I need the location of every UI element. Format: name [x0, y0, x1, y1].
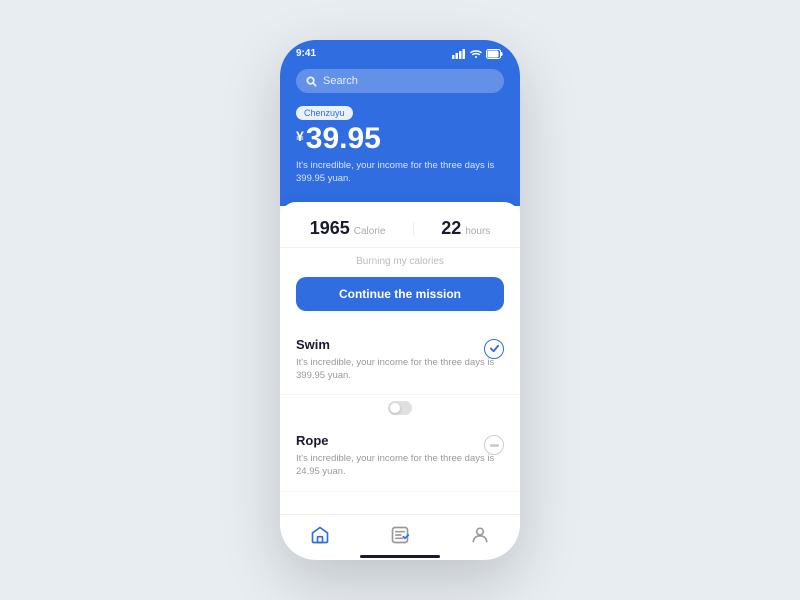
nav-home[interactable]	[302, 523, 338, 547]
calorie-value: 1965	[310, 218, 350, 239]
signal-icon	[452, 49, 466, 59]
status-time: 9:41	[296, 48, 316, 59]
profile-icon	[470, 525, 490, 545]
activity-icon	[390, 525, 410, 545]
swim-title: Swim	[296, 337, 504, 352]
calorie-label: Calorie	[354, 226, 386, 237]
home-icon	[310, 525, 330, 545]
activity-item-swim: Swim It's incredible, your income for th…	[280, 325, 520, 396]
search-icon	[306, 76, 317, 87]
swim-desc: It's incredible, your income for the thr…	[296, 356, 504, 383]
rope-desc: It's incredible, your income for the thr…	[296, 452, 504, 479]
status-bar: 9:41	[280, 40, 520, 63]
phone-frame: 9:41	[280, 40, 520, 560]
main-card: 1965 Calorie 22 hours Burning my calorie…	[280, 202, 520, 514]
activity-item-rope: Rope It's incredible, your income for th…	[280, 421, 520, 492]
search-bar[interactable]: Search	[296, 69, 504, 93]
wifi-icon	[470, 49, 482, 59]
nav-profile[interactable]	[462, 523, 498, 547]
home-indicator	[360, 555, 440, 558]
stat-divider	[413, 222, 414, 235]
price-row: ¥ 39.95	[296, 124, 504, 154]
hours-stat: 22 hours	[441, 218, 490, 239]
toggle-switch[interactable]	[388, 401, 412, 415]
tag-badge: Chenzuyu	[296, 106, 353, 120]
search-placeholder: Search	[323, 75, 358, 87]
burning-text: Burning my calories	[280, 248, 520, 277]
battery-icon	[486, 49, 504, 59]
nav-activity[interactable]	[382, 523, 418, 547]
rope-title: Rope	[296, 433, 504, 448]
currency-symbol: ¥	[296, 128, 304, 144]
status-icons	[452, 49, 504, 59]
swim-check-icon[interactable]	[484, 339, 504, 359]
hours-value: 22	[441, 218, 461, 239]
toggle-row	[280, 395, 520, 421]
header-area: Search Chenzuyu ¥ 39.95 It's incredible,…	[280, 63, 520, 206]
bottom-nav	[280, 514, 520, 551]
calorie-stat: 1965 Calorie	[310, 218, 386, 239]
hours-label: hours	[465, 226, 490, 237]
stats-row: 1965 Calorie 22 hours	[280, 202, 520, 248]
continue-button[interactable]: Continue the mission	[296, 277, 504, 311]
price-value: 39.95	[306, 124, 381, 154]
price-description: It's incredible, your income for the thr…	[296, 159, 504, 186]
